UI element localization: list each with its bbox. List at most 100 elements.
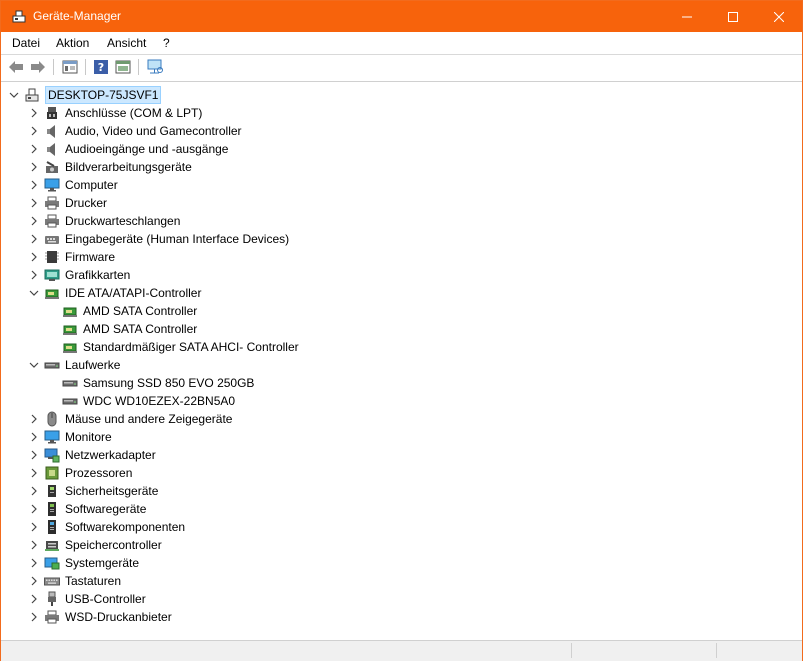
drive-icon (62, 393, 78, 409)
help-icon[interactable]: ? (91, 58, 111, 76)
tree-item-label: Computer (65, 178, 118, 192)
tree-item-label: IDE ATA/ATAPI-Controller (65, 286, 202, 300)
menu-ansicht[interactable]: Ansicht (107, 36, 146, 50)
menu-datei[interactable]: Datei (12, 36, 40, 50)
tree-child-item[interactable]: WDC WD10EZEX-22BN5A0 (47, 392, 235, 410)
menu-bar: Datei Aktion Ansicht ? (1, 32, 802, 54)
minimize-button[interactable] (664, 1, 710, 32)
tree-category-item[interactable]: Anschlüsse (COM & LPT) (29, 104, 202, 122)
chevron-down-icon[interactable] (29, 288, 39, 298)
chevron-right-icon[interactable] (29, 144, 39, 154)
tree-child-item[interactable]: Samsung SSD 850 EVO 250GB (47, 374, 254, 392)
tree-category-item[interactable]: Sicherheitsgeräte (29, 482, 158, 500)
back-icon[interactable] (6, 58, 26, 76)
tree-category-item[interactable]: Softwarekomponenten (29, 518, 185, 536)
tree-category-item[interactable]: Speichercontroller (29, 536, 162, 554)
tree-category-item[interactable]: Prozessoren (29, 464, 132, 482)
tree-category-item[interactable]: Monitore (29, 428, 112, 446)
keyboard-icon (44, 573, 60, 589)
network-icon (44, 447, 60, 463)
chevron-right-icon[interactable] (29, 252, 39, 262)
speaker-icon (44, 141, 60, 157)
maximize-button[interactable] (710, 1, 756, 32)
tree-category-item[interactable]: Firmware (29, 248, 115, 266)
software-component-icon (44, 519, 60, 535)
title-bar[interactable]: Geräte-Manager (1, 1, 802, 32)
chevron-right-icon[interactable] (29, 486, 39, 496)
chevron-right-icon[interactable] (29, 522, 39, 532)
close-button[interactable] (756, 1, 802, 32)
tree-category-item[interactable]: Softwaregeräte (29, 500, 146, 518)
tree-category-item[interactable]: USB-Controller (29, 590, 146, 608)
printer-icon (44, 609, 60, 625)
chevron-right-icon[interactable] (29, 162, 39, 172)
chevron-right-icon[interactable] (29, 270, 39, 280)
status-pane (571, 643, 572, 658)
tree-category-item[interactable]: Druckwarteschlangen (29, 212, 180, 230)
chevron-down-icon[interactable] (29, 360, 39, 370)
tree-category-item[interactable]: Eingabegeräte (Human Interface Devices) (29, 230, 289, 248)
chevron-right-icon[interactable] (29, 432, 39, 442)
tree-item-label: Softwaregeräte (65, 502, 147, 516)
tree-category-item[interactable]: Mäuse und andere Zeigegeräte (29, 410, 232, 428)
tree-category-item[interactable]: WSD-Druckanbieter (29, 608, 172, 626)
tree-category-item[interactable]: Laufwerke (29, 356, 120, 374)
scan-hardware-icon[interactable] (145, 58, 165, 76)
tree-category-item[interactable]: Bildverarbeitungsgeräte (29, 158, 192, 176)
update-driver-icon[interactable] (113, 58, 133, 76)
chevron-right-icon[interactable] (29, 594, 39, 604)
tree-item-label: Anschlüsse (COM & LPT) (65, 106, 203, 120)
tree-category-item[interactable]: Audio, Video und Gamecontroller (29, 122, 242, 140)
tree-category-item[interactable]: Drucker (29, 194, 107, 212)
tree-item-label: Prozessoren (65, 466, 133, 480)
tree-item-label: Sicherheitsgeräte (65, 484, 159, 498)
chevron-right-icon[interactable] (29, 576, 39, 586)
tree-category-item[interactable]: Computer (29, 176, 118, 194)
chevron-right-icon[interactable] (29, 468, 39, 478)
tree-category-item[interactable]: Grafikkarten (29, 266, 130, 284)
tree-item-label: Mäuse und andere Zeigegeräte (65, 412, 233, 426)
chevron-down-icon[interactable] (9, 90, 19, 100)
chevron-right-icon[interactable] (29, 108, 39, 118)
tree-item-label: Firmware (65, 250, 115, 264)
chevron-right-icon[interactable] (29, 198, 39, 208)
tree-item-label: USB-Controller (65, 592, 146, 606)
toolbar-separator (85, 59, 86, 75)
tree-category-item[interactable]: Audioeingänge und -ausgänge (29, 140, 228, 158)
tree-item-label: Eingabegeräte (Human Interface Devices) (65, 232, 290, 246)
chevron-right-icon[interactable] (29, 540, 39, 550)
controller-icon (44, 285, 60, 301)
properties-icon[interactable] (60, 58, 80, 76)
tree-category-item[interactable]: Systemgeräte (29, 554, 139, 572)
chevron-right-icon[interactable] (29, 234, 39, 244)
chevron-right-icon[interactable] (29, 126, 39, 136)
hid-icon (44, 231, 60, 247)
forward-icon[interactable] (28, 58, 48, 76)
tree-category-item[interactable]: IDE ATA/ATAPI-Controller (29, 284, 201, 302)
cpu-icon (44, 465, 60, 481)
tree-child-item[interactable]: AMD SATA Controller (47, 302, 197, 320)
controller-icon (62, 339, 78, 355)
tree-category-item[interactable]: Netzwerkadapter (29, 446, 156, 464)
chevron-right-icon[interactable] (29, 180, 39, 190)
tree-item-label: Systemgeräte (65, 556, 140, 570)
chevron-right-icon[interactable] (29, 612, 39, 622)
chevron-right-icon[interactable] (29, 558, 39, 568)
menu-help[interactable]: ? (163, 36, 170, 50)
chevron-right-icon[interactable] (29, 414, 39, 424)
tree-item-label: Audioeingänge und -ausgänge (65, 142, 229, 156)
printer-icon (44, 195, 60, 211)
chevron-right-icon[interactable] (29, 504, 39, 514)
tree-item-label: Grafikkarten (65, 268, 131, 282)
chevron-right-icon[interactable] (29, 216, 39, 226)
tree-child-item[interactable]: AMD SATA Controller (47, 320, 197, 338)
tree-category-item[interactable]: Tastaturen (29, 572, 121, 590)
chevron-right-icon[interactable] (29, 450, 39, 460)
tree-item-label: Monitore (65, 430, 112, 444)
device-tree: DESKTOP-75JSVF1 Anschlüsse (COM & LPT) Au… (1, 81, 802, 637)
tree-item-label: Audio, Video und Gamecontroller (65, 124, 242, 138)
status-pane (716, 643, 717, 658)
menu-aktion[interactable]: Aktion (56, 36, 89, 50)
tree-root[interactable]: DESKTOP-75JSVF1 (9, 86, 162, 104)
tree-child-item[interactable]: Standardmäßiger SATA AHCI- Controller (47, 338, 299, 356)
